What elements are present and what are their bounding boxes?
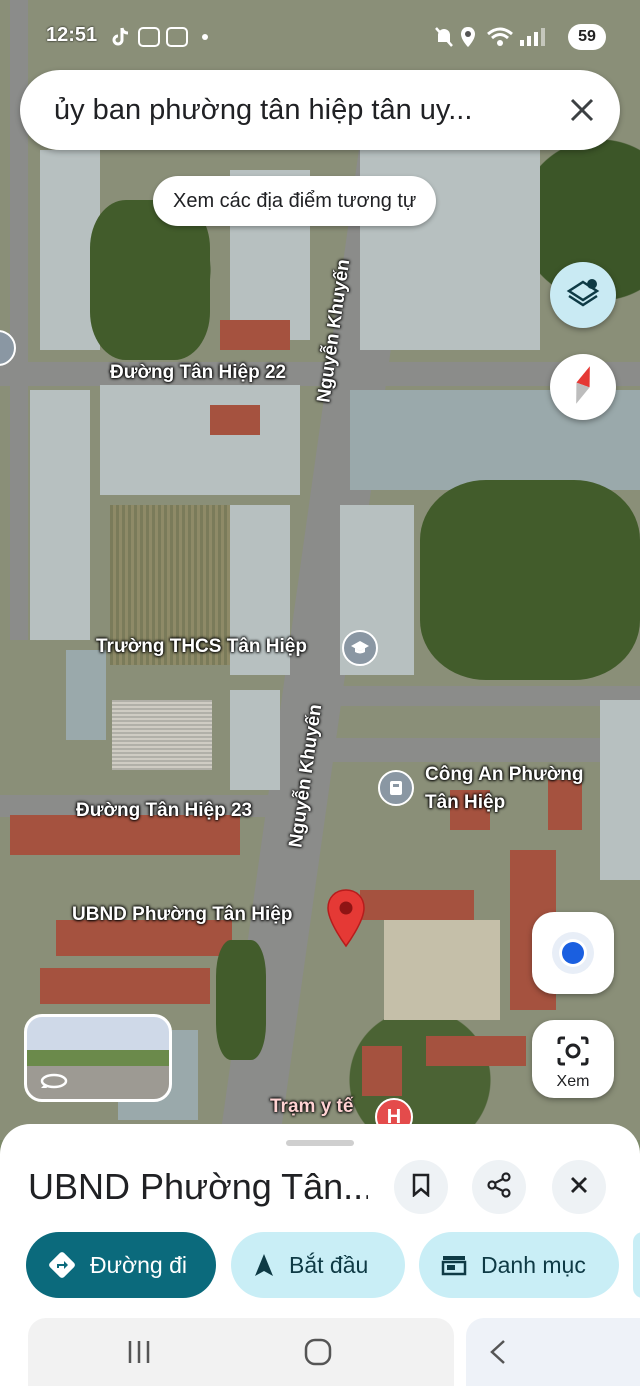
poi-label-police[interactable]: Tân Hiệp — [425, 792, 505, 814]
mute-icon — [434, 26, 454, 53]
location-dot-icon — [562, 942, 584, 964]
building — [548, 780, 582, 830]
compass-button[interactable] — [550, 354, 616, 420]
battery-indicator: 59 — [568, 24, 606, 50]
signal-icon — [518, 26, 558, 53]
poi-label-police[interactable]: Công An Phường — [425, 764, 583, 786]
map-pin-icon[interactable] — [326, 888, 366, 948]
navigation-arrow-icon — [253, 1252, 275, 1278]
police-icon[interactable] — [378, 770, 414, 806]
clock: 12:51 — [46, 24, 98, 46]
lens-button[interactable]: Xem — [532, 1020, 614, 1098]
road-segment — [300, 686, 640, 706]
save-button[interactable] — [394, 1160, 448, 1214]
road-label: Đường Tân Hiệp 23 — [76, 800, 253, 821]
notification-dot-icon — [202, 34, 208, 40]
tree-area — [420, 480, 640, 680]
road-segment — [310, 738, 640, 762]
zalo-icon — [166, 27, 188, 47]
zalo-icon — [138, 27, 160, 47]
catalog-label: Danh mục — [481, 1251, 586, 1278]
start-label: Bắt đầu — [289, 1251, 369, 1278]
start-button[interactable]: Bắt đầu — [231, 1232, 405, 1298]
directions-label: Đường đi — [90, 1251, 187, 1278]
school-icon[interactable] — [342, 630, 378, 666]
drag-handle[interactable] — [286, 1140, 354, 1146]
close-icon — [569, 1175, 589, 1200]
field — [112, 700, 212, 770]
more-actions-chip[interactable] — [633, 1232, 640, 1298]
street-view-thumbnail[interactable] — [24, 1014, 172, 1102]
status-bar: 12:51 59 — [0, 18, 640, 58]
building — [30, 390, 90, 640]
plaza — [384, 920, 500, 1020]
layers-button[interactable] — [550, 262, 616, 328]
road-label: Đường Tân Hiệp 22 — [110, 362, 287, 383]
building — [100, 385, 300, 495]
poi-label-ubnd[interactable]: UBND Phường Tân Hiệp — [72, 904, 292, 926]
layers-icon — [566, 276, 600, 315]
building — [362, 1046, 402, 1096]
close-icon[interactable] — [560, 88, 604, 132]
directions-button[interactable]: Đường đi — [26, 1232, 216, 1298]
compass-icon — [568, 363, 598, 412]
storefront-icon — [441, 1253, 467, 1277]
bookmark-icon — [411, 1173, 431, 1202]
location-icon — [460, 26, 476, 53]
building — [220, 320, 290, 350]
system-nav-bar — [0, 1318, 640, 1386]
building — [66, 650, 106, 740]
place-title: UBND Phường Tân... — [28, 1166, 368, 1207]
back-icon[interactable] — [474, 1330, 522, 1374]
poi-label-clinic[interactable]: Trạm y tế — [270, 1096, 353, 1118]
catalog-button[interactable]: Danh mục — [419, 1232, 619, 1298]
recent-apps-icon[interactable] — [115, 1330, 163, 1374]
search-query[interactable]: ủy ban phường tân hiệp tân uy... — [54, 94, 554, 127]
my-location-button[interactable] — [532, 912, 614, 994]
lens-label: Xem — [556, 1073, 590, 1090]
share-icon — [486, 1171, 512, 1203]
rotate-360-icon — [39, 1071, 69, 1096]
similar-places-chip[interactable]: Xem các địa điểm tương tự — [153, 176, 437, 226]
building — [426, 1036, 526, 1066]
home-icon[interactable] — [294, 1330, 342, 1374]
building — [230, 690, 280, 790]
tiktok-icon — [112, 26, 130, 53]
tree-area — [216, 940, 266, 1060]
building — [40, 968, 210, 1004]
building — [360, 890, 474, 920]
search-bar[interactable]: ủy ban phường tân hiệp tân uy... — [20, 70, 620, 150]
preview-card — [28, 1318, 454, 1386]
share-button[interactable] — [472, 1160, 526, 1214]
building — [600, 700, 640, 880]
wifi-icon — [486, 26, 514, 53]
building — [210, 405, 260, 435]
camera-search-icon — [532, 1020, 614, 1073]
poi-label-school[interactable]: Trường THCS Tân Hiệp — [96, 636, 307, 658]
close-sheet-button[interactable] — [552, 1160, 606, 1214]
directions-icon — [48, 1251, 76, 1279]
